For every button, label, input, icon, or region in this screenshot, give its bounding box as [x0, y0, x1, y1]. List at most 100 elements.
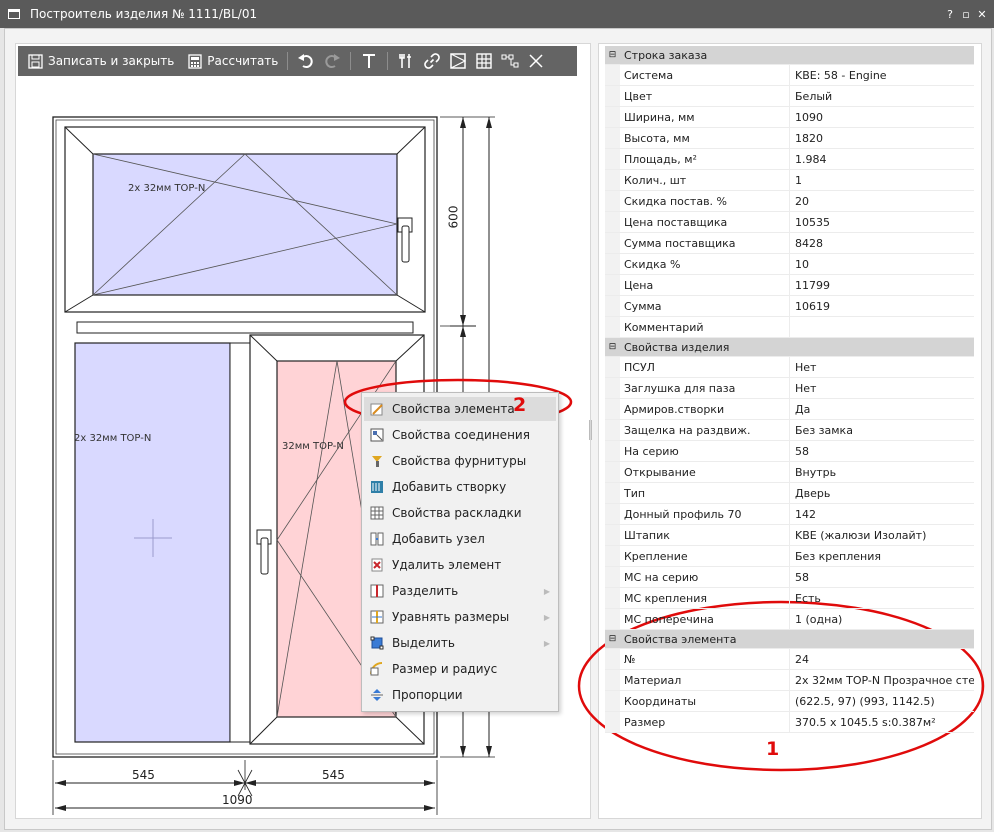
property-row[interactable]: Скидка постав. % 20 [605, 191, 974, 212]
property-row[interactable]: Материал2x 32мм TOP-N Прозрачное стекло [605, 670, 974, 691]
section-header-product[interactable]: ⊟ Свойства изделия [605, 338, 974, 357]
property-row[interactable]: Сумма поставщика 8428 [605, 233, 974, 254]
collapse-icon[interactable]: ⊟ [605, 46, 620, 64]
property-value[interactable]: (622.5, 97) (993, 1142.5) [790, 691, 974, 711]
text-icon [363, 54, 376, 68]
section-header-element[interactable]: ⊟ Свойства элемента [605, 630, 974, 649]
property-value[interactable]: 11799 [790, 275, 974, 295]
calculate-button[interactable]: Рассчитать [184, 49, 282, 73]
collapse-icon[interactable]: ⊟ [605, 630, 620, 648]
tools-button[interactable] [393, 49, 419, 73]
property-value[interactable]: Есть [790, 588, 974, 608]
property-row[interactable]: Открывание Внутрь [605, 462, 974, 483]
property-row[interactable]: МС крепления Есть [605, 588, 974, 609]
property-name: Цена [620, 275, 790, 295]
menu-item-add-node[interactable]: Добавить узел [364, 527, 556, 551]
property-row[interactable]: Цена поставщика 10535 [605, 212, 974, 233]
property-row[interactable]: Система KBE: 58 - Engine [605, 65, 974, 86]
property-row[interactable]: Штапик KBE (жалюзи Изолайт) [605, 525, 974, 546]
property-value[interactable] [790, 317, 974, 337]
property-value[interactable]: 1 [790, 170, 974, 190]
property-value[interactable]: 1820 [790, 128, 974, 148]
menu-item-select[interactable]: Выделить ▶ [364, 631, 556, 655]
property-value[interactable]: KBE (жалюзи Изолайт) [790, 525, 974, 545]
menu-item-proportions[interactable]: Пропорции [364, 683, 556, 707]
left-glass[interactable] [74, 342, 231, 743]
property-row[interactable]: Высота, мм 1820 [605, 128, 974, 149]
property-row[interactable]: Крепление Без крепления [605, 546, 974, 567]
property-row[interactable]: Размер 370.5 x 1045.5 s:0.387м² [605, 712, 974, 733]
menu-item-layout-properties[interactable]: Свойства раскладки [364, 501, 556, 525]
undo-button[interactable] [293, 49, 319, 73]
property-row[interactable]: Тип Дверь [605, 483, 974, 504]
property-value[interactable]: 1090 [790, 107, 974, 127]
menu-item-split[interactable]: Разделить ▶ [364, 579, 556, 603]
property-value[interactable]: 58 [790, 567, 974, 587]
property-row[interactable]: Колич., шт 1 [605, 170, 974, 191]
help-button[interactable]: ? [942, 8, 958, 21]
save-close-button[interactable]: Записать и закрыть [24, 49, 178, 73]
property-value[interactable]: 10619 [790, 296, 974, 316]
property-value[interactable]: 10 [790, 254, 974, 274]
property-value[interactable]: Нет [790, 357, 974, 377]
property-row[interactable]: Защелка на раздвиж. Без замка [605, 420, 974, 441]
collapse-icon[interactable]: ⊟ [605, 338, 620, 356]
property-row[interactable]: МС на серию 58 [605, 567, 974, 588]
property-value[interactable]: 8428 [790, 233, 974, 253]
structure-button[interactable] [497, 49, 523, 73]
menu-item-element-properties[interactable]: Свойства элемента [364, 397, 556, 421]
sash-tool-button[interactable] [445, 49, 471, 73]
property-row[interactable]: Скидка % 10 [605, 254, 974, 275]
property-value[interactable]: Дверь [790, 483, 974, 503]
property-value[interactable]: 370.5 x 1045.5 s:0.387м² [790, 712, 974, 732]
pane-splitter[interactable] [589, 420, 592, 440]
property-row[interactable]: Ширина, мм 1090 [605, 107, 974, 128]
property-value[interactable]: Нет [790, 378, 974, 398]
property-value[interactable]: 58 [790, 441, 974, 461]
property-value[interactable]: 10535 [790, 212, 974, 232]
property-value[interactable]: KBE: 58 - Engine [790, 65, 974, 85]
top-glass[interactable] [92, 153, 398, 296]
property-value[interactable]: Да [790, 399, 974, 419]
property-row[interactable]: Цена 11799 [605, 275, 974, 296]
property-value[interactable]: 1 (одна) [790, 609, 974, 629]
grid-button[interactable] [471, 49, 497, 73]
property-value[interactable]: Без замка [790, 420, 974, 440]
menu-item-add-sash[interactable]: Добавить створку [364, 475, 556, 499]
property-value[interactable]: 24 [790, 649, 974, 669]
section-header-order[interactable]: ⊟ Строка заказа [605, 46, 974, 65]
redo-button[interactable] [319, 49, 345, 73]
property-row[interactable]: Комментарий [605, 317, 974, 338]
property-row[interactable]: Цвет Белый [605, 86, 974, 107]
link-button[interactable] [419, 49, 445, 73]
property-row[interactable]: Сумма 10619 [605, 296, 974, 317]
property-value[interactable]: 2x 32мм TOP-N Прозрачное стекло [790, 670, 974, 690]
menu-item-hardware-properties[interactable]: Свойства фурнитуры [364, 449, 556, 473]
property-value[interactable]: Внутрь [790, 462, 974, 482]
text-tool-button[interactable] [356, 49, 382, 73]
restore-button[interactable]: ▫ [958, 8, 974, 21]
property-row[interactable]: № 24 [605, 649, 974, 670]
close-button[interactable]: ✕ [974, 8, 990, 21]
menu-item-delete-element[interactable]: Удалить элемент [364, 553, 556, 577]
close-drawing-button[interactable] [523, 49, 549, 73]
property-value[interactable]: 1.984 [790, 149, 974, 169]
toolbar: Записать и закрыть Рассчитать [18, 46, 577, 76]
property-value[interactable]: 142 [790, 504, 974, 524]
property-value[interactable]: Без крепления [790, 546, 974, 566]
property-row[interactable]: ПСУЛ Нет [605, 357, 974, 378]
property-row[interactable]: Армиров.створки Да [605, 399, 974, 420]
property-value[interactable]: 20 [790, 191, 974, 211]
menu-item-size-radius[interactable]: Размер и радиус [364, 657, 556, 681]
property-row[interactable]: На серию 58 [605, 441, 974, 462]
property-row[interactable]: Донный профиль 70 142 [605, 504, 974, 525]
property-row[interactable]: МС поперечина 1 (одна) [605, 609, 974, 630]
property-row[interactable]: Площадь, м² 1.984 [605, 149, 974, 170]
menu-item-connection-properties[interactable]: Свойства соединения [364, 423, 556, 447]
property-row[interactable]: Координаты (622.5, 97) (993, 1142.5) [605, 691, 974, 712]
property-value[interactable]: Белый [790, 86, 974, 106]
property-row[interactable]: Заглушка для паза Нет [605, 378, 974, 399]
menu-item-label: Уравнять размеры [392, 610, 510, 624]
menu-item-equalize-sizes[interactable]: Уравнять размеры ▶ [364, 605, 556, 629]
size-radius-icon [370, 662, 383, 676]
